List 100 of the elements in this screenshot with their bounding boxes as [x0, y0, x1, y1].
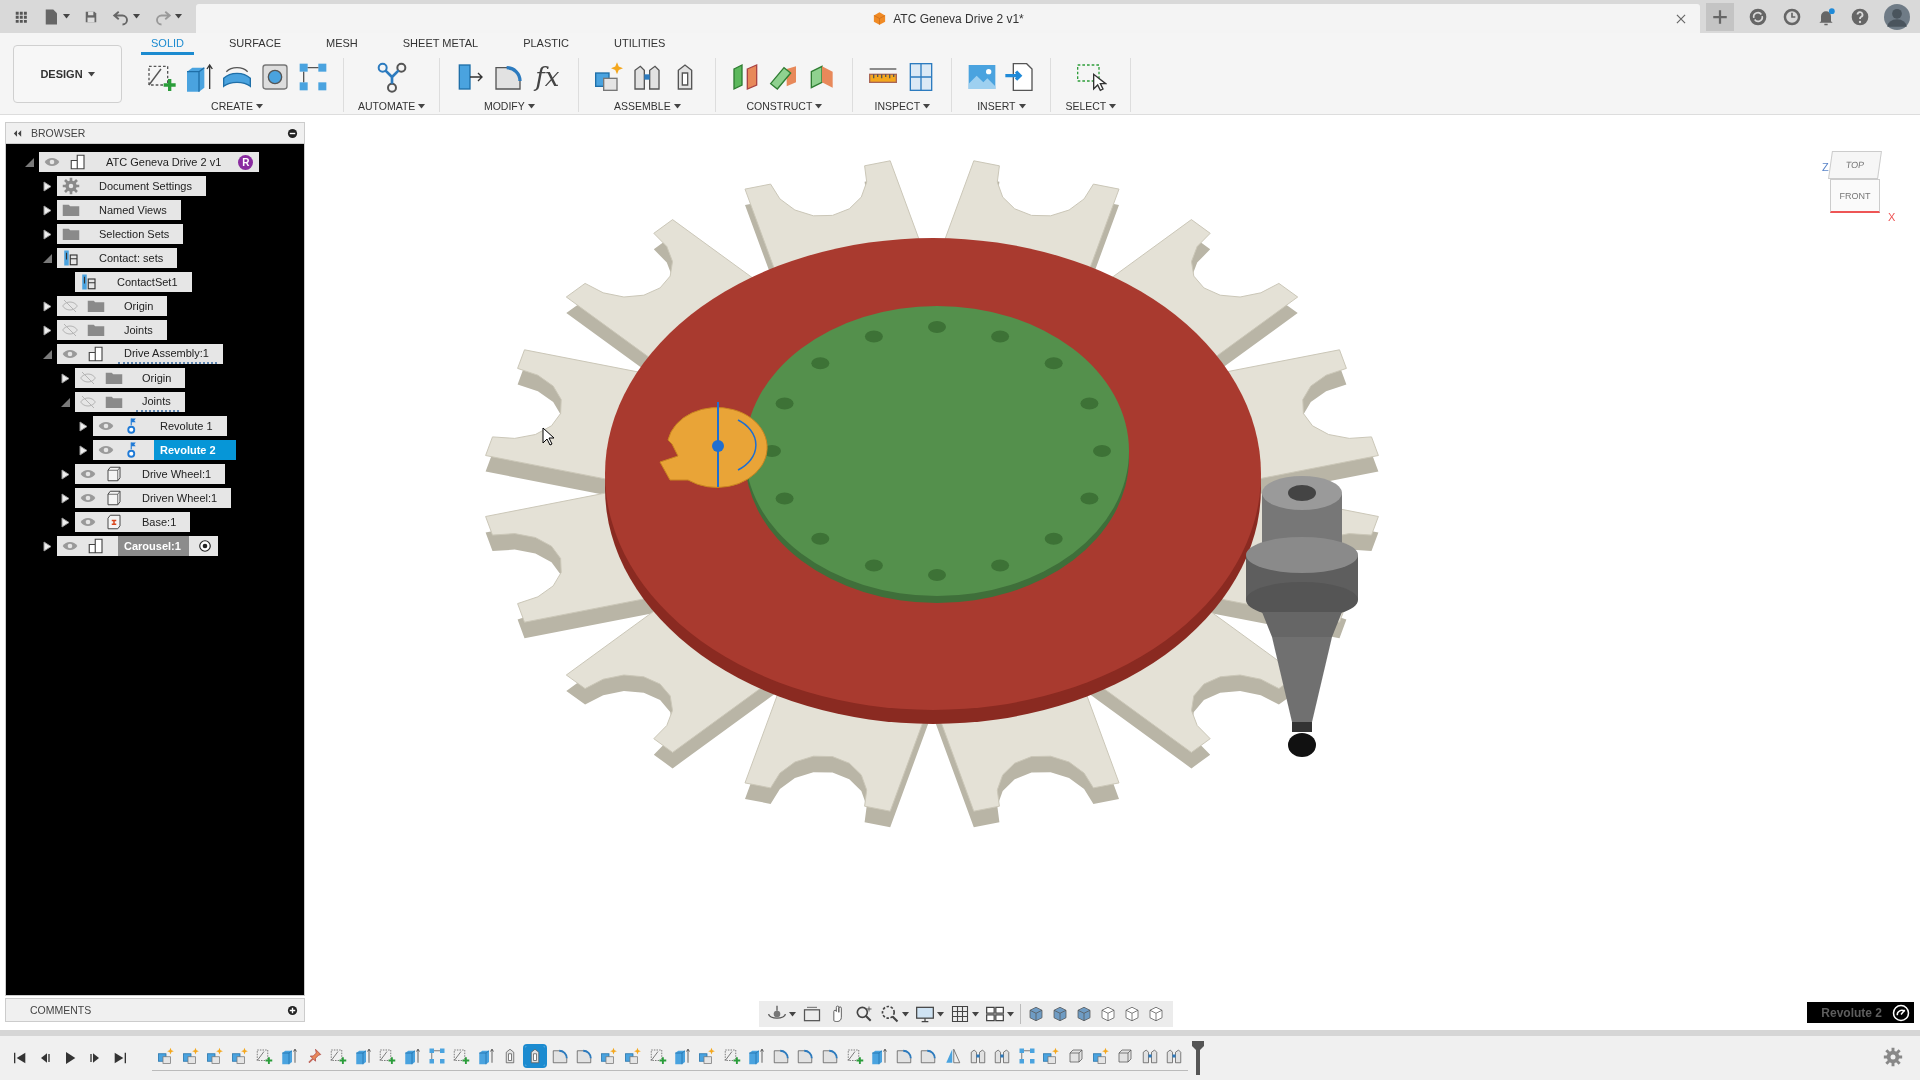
- display-icon[interactable]: [915, 1004, 935, 1024]
- tree-item[interactable]: ContactSet1: [75, 272, 192, 292]
- pattern-icon[interactable]: [297, 61, 329, 93]
- expand-arrow-icon[interactable]: [43, 324, 52, 336]
- tree-item[interactable]: Drive Wheel:1: [75, 464, 226, 484]
- joint-icon: [1165, 1046, 1184, 1065]
- expand-arrow-icon[interactable]: [61, 516, 70, 528]
- visual-style-cube-icon[interactable]: [1075, 1005, 1093, 1023]
- settings-icon[interactable]: [1883, 1046, 1903, 1067]
- view-cube-front[interactable]: FRONT: [1830, 179, 1880, 213]
- item-label: ContactSet1: [116, 275, 179, 290]
- axis-label: Z: [1822, 161, 1829, 173]
- contact-set-icon: [62, 249, 80, 267]
- group-menu-button[interactable]: AUTOMATE: [358, 100, 426, 112]
- expand-arrow-icon[interactable]: [43, 204, 52, 216]
- 3d-viewport[interactable]: TOP FRONT Z X Revolute 2: [310, 115, 1920, 1030]
- tree-item[interactable]: Revolute 1: [93, 416, 227, 436]
- hole-icon[interactable]: [259, 61, 291, 93]
- new-tab-icon[interactable]: [1711, 7, 1729, 26]
- gauge-icon[interactable]: [1892, 1003, 1910, 1022]
- body-icon: [1066, 1046, 1085, 1065]
- formula-tool[interactable]: fx: [530, 60, 565, 94]
- tree-item[interactable]: Joints: [75, 392, 185, 412]
- expand-arrow-icon[interactable]: [43, 228, 52, 240]
- new-component-icon: [206, 1046, 225, 1065]
- tree-item[interactable]: Drive Assembly:1: [57, 344, 223, 364]
- ribbon-tab[interactable]: UTILITIES: [604, 33, 676, 55]
- clock-icon[interactable]: [1782, 6, 1802, 27]
- ribbon-tab[interactable]: SURFACE: [219, 33, 291, 55]
- group-menu-button[interactable]: CONSTRUCT: [746, 100, 823, 112]
- timeline-feature[interactable]: [229, 1045, 250, 1066]
- visual-style-cube-icon[interactable]: [1147, 1005, 1165, 1023]
- caret-icon: [133, 14, 140, 19]
- add-comment-icon[interactable]: [287, 1004, 298, 1016]
- selection-box-icon[interactable]: [1074, 61, 1107, 93]
- group-menu-button[interactable]: CREATE: [211, 100, 263, 112]
- tree-item[interactable]: Contact: sets: [57, 248, 178, 268]
- zoom-icon[interactable]: [854, 1004, 874, 1024]
- group-menu-button[interactable]: ASSEMBLE: [614, 100, 681, 112]
- expand-arrow-icon[interactable]: [79, 444, 88, 456]
- minus-circle-icon[interactable]: [287, 127, 298, 139]
- expand-arrow-icon[interactable]: [79, 420, 88, 432]
- item-label: Origin: [141, 371, 173, 386]
- expand-arrow-icon[interactable]: [61, 372, 70, 384]
- timeline-feature[interactable]: [524, 1045, 545, 1066]
- workspace-dropdown[interactable]: DESIGN: [13, 45, 122, 103]
- collapse-arrow-icon[interactable]: [25, 157, 34, 167]
- user-avatar-icon[interactable]: [1884, 3, 1910, 30]
- visual-style-cube-icon[interactable]: [1099, 1005, 1117, 1023]
- ribbon-tab[interactable]: SHEET METAL: [392, 33, 489, 55]
- tree-item[interactable]: Driven Wheel:1: [75, 488, 232, 508]
- collapse-arrow-icon[interactable]: [61, 397, 70, 407]
- expand-arrow-icon[interactable]: [43, 540, 52, 552]
- expand-arrow-icon[interactable]: [61, 468, 70, 480]
- viewports-icon[interactable]: [985, 1004, 1005, 1024]
- sync-icon[interactable]: [1748, 6, 1768, 27]
- body-icon: [105, 465, 123, 483]
- timeline-feature[interactable]: [156, 1045, 176, 1066]
- collapse-arrow-icon[interactable]: [43, 253, 52, 263]
- node-graph-icon[interactable]: [375, 61, 408, 93]
- sketch-icon: [722, 1046, 741, 1065]
- expand-arrow-icon[interactable]: [61, 492, 70, 504]
- new-component-icon[interactable]: [593, 61, 626, 93]
- tree-item[interactable]: ATC Geneva Drive 2 v1 R: [39, 152, 260, 172]
- expand-arrow-icon[interactable]: [43, 180, 52, 192]
- go-to-end-icon[interactable]: [112, 1050, 128, 1066]
- visual-style-cube-icon[interactable]: [1051, 1005, 1069, 1023]
- timeline-feature[interactable]: [1090, 1045, 1111, 1066]
- timeline-marker-icon[interactable]: [1192, 1041, 1205, 1075]
- ribbon-tab[interactable]: MESH: [316, 33, 368, 55]
- tree-item[interactable]: Origin: [57, 296, 168, 316]
- timeline-feature[interactable]: [598, 1045, 619, 1066]
- fit-icon[interactable]: [880, 1004, 900, 1024]
- go-to-start-icon[interactable]: [12, 1050, 28, 1066]
- visual-style-cube-icon[interactable]: [1027, 1005, 1045, 1023]
- grid-icon[interactable]: [950, 1004, 970, 1024]
- ribbon-tab[interactable]: SOLID: [141, 33, 194, 55]
- sketch-icon: [255, 1046, 274, 1065]
- timeline-feature[interactable]: [180, 1045, 201, 1066]
- view-cube-top[interactable]: TOP: [1828, 151, 1882, 179]
- active-radio-icon[interactable]: [197, 539, 212, 553]
- help-icon[interactable]: [1850, 6, 1870, 27]
- tree-item[interactable]: Base:1: [75, 512, 191, 532]
- group-menu-button[interactable]: INSPECT: [874, 100, 931, 112]
- component-icon: [87, 537, 105, 555]
- ribbon-tab[interactable]: PLASTIC: [513, 33, 579, 55]
- group-menu-button[interactable]: SELECT: [1065, 100, 1117, 112]
- group-menu-button[interactable]: INSERT: [977, 100, 1026, 112]
- group-menu-button[interactable]: MODIFY: [483, 100, 535, 112]
- collapse-arrow-icon[interactable]: [43, 349, 52, 359]
- visual-style-cube-icon[interactable]: [1123, 1005, 1141, 1023]
- tree-item[interactable]: Document Settings: [57, 176, 206, 196]
- tree-item[interactable]: Joints: [57, 320, 167, 340]
- tree-item[interactable]: Selection Sets: [57, 224, 184, 244]
- look-at-icon[interactable]: [802, 1004, 822, 1024]
- new-component-icon: [230, 1046, 249, 1065]
- tree-item[interactable]: Named Views: [57, 200, 181, 220]
- expand-arrow-icon[interactable]: [43, 300, 52, 312]
- close-icon[interactable]: [1674, 12, 1688, 26]
- tree-item[interactable]: Origin: [75, 368, 186, 388]
